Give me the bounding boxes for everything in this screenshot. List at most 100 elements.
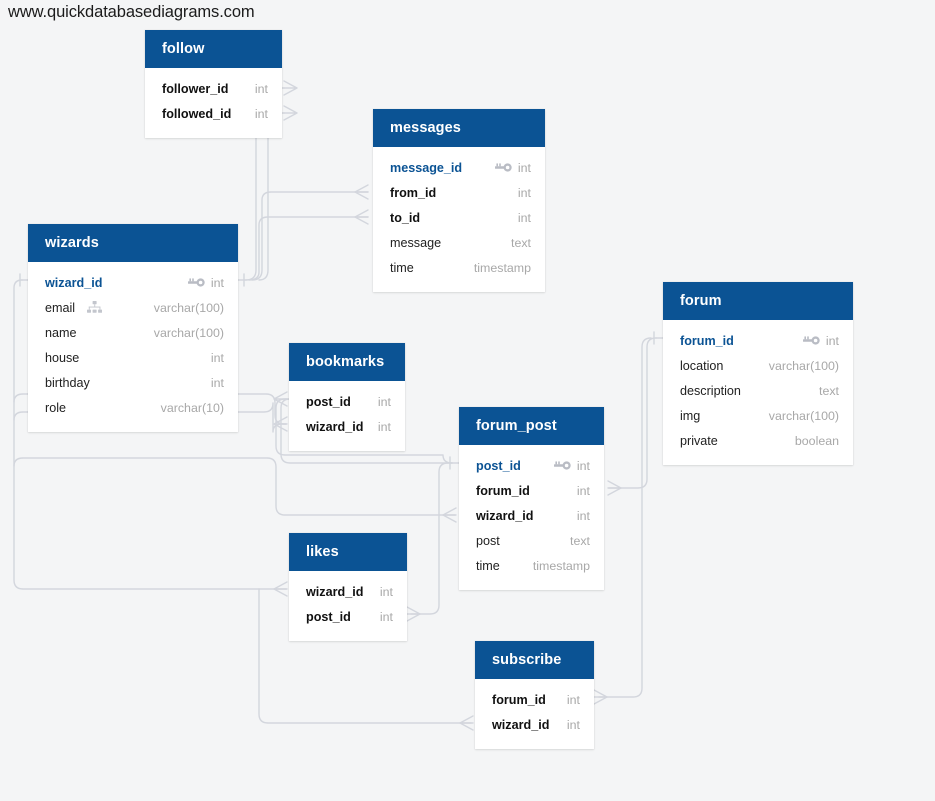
field-row[interactable]: img varchar(100) (663, 403, 853, 428)
field-row[interactable]: post text (459, 528, 604, 553)
field-name-subscribe-wizard_id: wizard_id (492, 717, 550, 732)
field-row[interactable]: forum_id int (663, 328, 853, 353)
field-type-messages-to_id: int (517, 210, 531, 225)
field-name-messages-message: message (390, 235, 442, 250)
table-fields-wizards: wizard_id int email varchar(100) name varchar… (28, 262, 238, 432)
field-row[interactable]: name varchar(100) (28, 320, 238, 345)
table-bookmarks[interactable]: bookmarks post_id int wizard_id int (289, 343, 405, 451)
field-row[interactable]: forum_id int (475, 687, 594, 712)
key-icon (188, 276, 206, 290)
field-type-forum_post-post_id: int (576, 458, 590, 473)
table-fields-forum_post: post_id int forum_id int wizard_id int post tex… (459, 445, 604, 590)
field-row[interactable]: message text (373, 230, 545, 255)
table-subscribe[interactable]: subscribe forum_id int wizard_id int (475, 641, 594, 749)
field-type-wizards-role: varchar(10) (160, 400, 224, 415)
field-type-subscribe-wizard_id: int (566, 717, 580, 732)
field-row[interactable]: post_id int (289, 389, 405, 414)
key-icon (554, 459, 572, 473)
table-title-follow[interactable]: follow (145, 30, 282, 68)
field-name-wizards-role: role (45, 400, 66, 415)
table-forum[interactable]: forum forum_id int location varchar(100) desc… (663, 282, 853, 465)
watermark-label: www.quickdatabasediagrams.com (8, 3, 255, 21)
field-row[interactable]: private boolean (663, 428, 853, 453)
field-name-wizards-name: name (45, 325, 77, 340)
key-icon (495, 161, 513, 175)
field-type-forum_post-time: timestamp (532, 558, 590, 573)
field-row[interactable]: followed_id int (145, 101, 282, 126)
field-name-forum_post-post_id: post_id (476, 458, 521, 473)
field-type-likes-wizard_id: int (379, 584, 393, 599)
field-name-forum_post-post: post (476, 533, 500, 548)
field-row[interactable]: location varchar(100) (663, 353, 853, 378)
field-name-follow-followed_id: followed_id (162, 106, 232, 121)
table-fields-follow: follower_id int followed_id int (145, 68, 282, 138)
table-follow[interactable]: follow follower_id int followed_id int (145, 30, 282, 138)
field-name-wizards-birthday: birthday (45, 375, 90, 390)
field-row[interactable]: follower_id int (145, 76, 282, 101)
field-row[interactable]: wizard_id int (459, 503, 604, 528)
field-row[interactable]: wizard_id int (475, 712, 594, 737)
table-fields-subscribe: forum_id int wizard_id int (475, 679, 594, 749)
field-row[interactable]: role varchar(10) (28, 395, 238, 420)
field-row[interactable]: email varchar(100) (28, 295, 238, 320)
field-name-messages-from_id: from_id (390, 185, 437, 200)
field-type-forum-img: varchar(100) (768, 408, 839, 423)
field-row[interactable]: to_id int (373, 205, 545, 230)
field-name-likes-post_id: post_id (306, 609, 351, 624)
field-row[interactable]: wizard_id int (289, 414, 405, 439)
field-type-forum-location: varchar(100) (768, 358, 839, 373)
field-type-forum_post-forum_id: int (576, 483, 590, 498)
field-type-wizards-birthday: int (210, 375, 224, 390)
field-row[interactable]: post_id int (459, 453, 604, 478)
diagram-canvas[interactable]: www.quickdatabasediagrams.com follow fol… (0, 0, 935, 801)
field-name-forum-description: description (680, 383, 741, 398)
table-fields-messages: message_id int from_id int to_id int message te… (373, 147, 545, 292)
field-row[interactable]: forum_id int (459, 478, 604, 503)
field-name-likes-wizard_id: wizard_id (306, 584, 364, 599)
field-type-messages-message: text (511, 235, 531, 250)
table-title-forum[interactable]: forum (663, 282, 853, 320)
table-title-messages[interactable]: messages (373, 109, 545, 147)
table-messages[interactable]: messages message_id int from_id int to_id int m… (373, 109, 545, 292)
table-forum_post[interactable]: forum_post post_id int forum_id int wizard_id… (459, 407, 604, 590)
field-row[interactable]: time timestamp (373, 255, 545, 280)
field-row[interactable]: post_id int (289, 604, 407, 629)
field-type-messages-from_id: int (517, 185, 531, 200)
field-name-forum-img: img (680, 408, 701, 423)
field-row[interactable]: wizard_id int (289, 579, 407, 604)
table-wizards[interactable]: wizards wizard_id int email varchar(100) name… (28, 224, 238, 432)
field-name-wizards-email: email (45, 300, 76, 315)
table-title-forum_post[interactable]: forum_post (459, 407, 604, 445)
field-row[interactable]: birthday int (28, 370, 238, 395)
field-row[interactable]: from_id int (373, 180, 545, 205)
field-name-forum_post-forum_id: forum_id (476, 483, 530, 498)
field-name-follow-follower_id: follower_id (162, 81, 229, 96)
field-type-forum-private: boolean (794, 433, 839, 448)
table-fields-bookmarks: post_id int wizard_id int (289, 381, 405, 451)
field-type-wizards-name: varchar(100) (153, 325, 224, 340)
table-title-bookmarks[interactable]: bookmarks (289, 343, 405, 381)
field-row[interactable]: wizard_id int (28, 270, 238, 295)
field-name-wizards-wizard_id: wizard_id (45, 275, 103, 290)
table-title-wizards[interactable]: wizards (28, 224, 238, 262)
table-likes[interactable]: likes wizard_id int post_id int (289, 533, 407, 641)
field-row[interactable]: message_id int (373, 155, 545, 180)
table-title-likes[interactable]: likes (289, 533, 407, 571)
table-fields-likes: wizard_id int post_id int (289, 571, 407, 641)
field-type-follow-follower_id: int (254, 81, 268, 96)
field-row[interactable]: description text (663, 378, 853, 403)
field-type-subscribe-forum_id: int (566, 692, 580, 707)
field-type-follow-followed_id: int (254, 106, 268, 121)
field-row[interactable]: time timestamp (459, 553, 604, 578)
field-name-messages-to_id: to_id (390, 210, 421, 225)
field-type-wizards-wizard_id: int (210, 275, 224, 290)
table-fields-forum: forum_id int location varchar(100) descripti… (663, 320, 853, 465)
table-title-subscribe[interactable]: subscribe (475, 641, 594, 679)
field-name-bookmarks-post_id: post_id (306, 394, 351, 409)
key-icon (803, 334, 821, 348)
field-type-wizards-email: varchar(100) (153, 300, 224, 315)
field-type-forum-forum_id: int (825, 333, 839, 348)
field-row[interactable]: house int (28, 345, 238, 370)
field-type-forum_post-post: text (570, 533, 590, 548)
field-name-wizards-house: house (45, 350, 80, 365)
